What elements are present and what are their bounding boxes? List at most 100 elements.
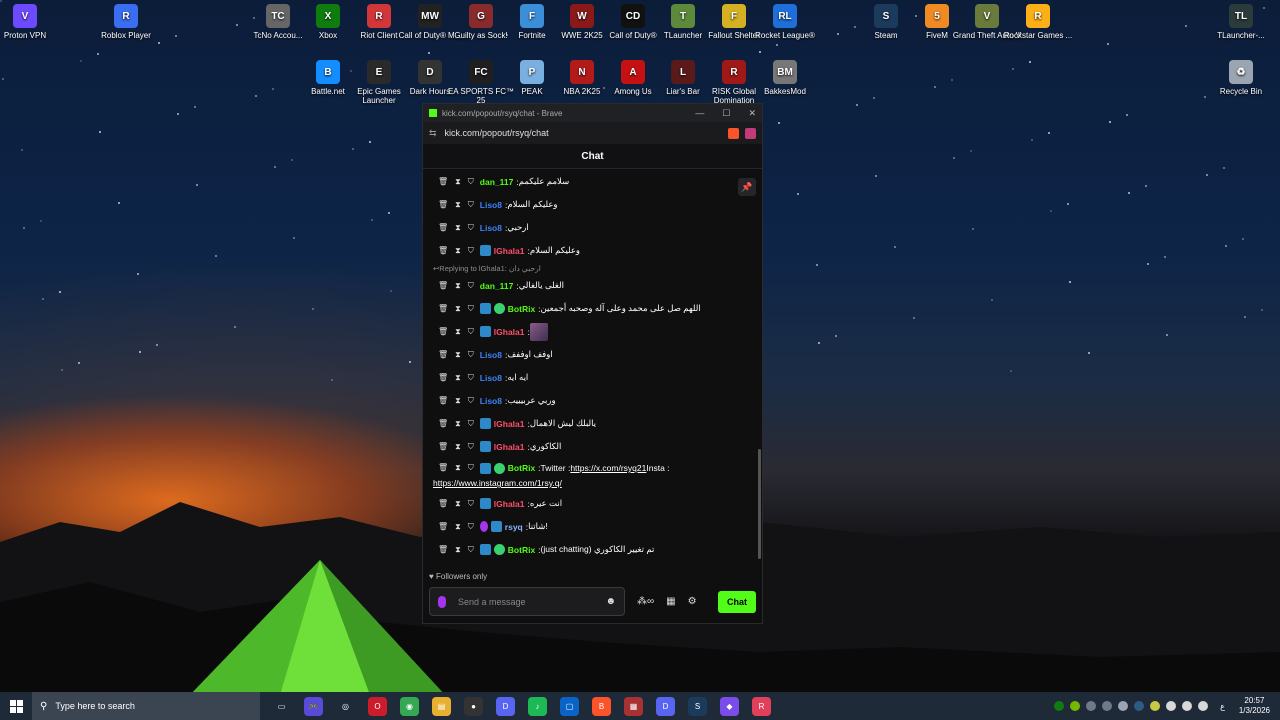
timeout-icon[interactable]: ⧗: [455, 396, 461, 406]
chat-message[interactable]: 🗑 ⧗ ⛉ rsyq: شاتنا!: [433, 515, 744, 538]
chat-username[interactable]: Liso8: [480, 223, 502, 233]
taskbar-app-opera-icon[interactable]: O: [368, 696, 387, 716]
taskbar-clock[interactable]: 20:57 1/3/2026: [1239, 696, 1270, 716]
ban-shield-icon[interactable]: ⛉: [468, 177, 474, 187]
timeout-icon[interactable]: ⧗: [455, 419, 461, 429]
chat-message[interactable]: 🗑 ⧗ ⛉ lGhala1: يالبلك ليش الاهمال: [433, 412, 744, 435]
chat-message[interactable]: 🗑 ⧗ ⛉ Liso8: ارحبي: [433, 216, 744, 239]
kicks-icon[interactable]: ⁂∞: [637, 596, 654, 607]
delete-icon[interactable]: 🗑: [438, 499, 448, 509]
timeout-icon[interactable]: ⧗: [455, 246, 461, 256]
delete-icon[interactable]: 🗑: [438, 522, 448, 532]
store-icon[interactable]: ▦: [666, 596, 675, 607]
chat-link[interactable]: https://x.com/rsyq21: [570, 463, 646, 473]
desktop-icon[interactable]: V Proton VPN: [0, 4, 60, 40]
chat-username[interactable]: dan_117: [480, 281, 514, 291]
chat-username[interactable]: BotRix: [508, 463, 535, 473]
chat-message[interactable]: 🗑 ⧗ ⛉ Liso8: وربي عربيييب: [433, 389, 744, 412]
delete-icon[interactable]: 🗑: [438, 350, 448, 360]
tray-app-icon[interactable]: [1086, 701, 1097, 711]
timeout-icon[interactable]: ⧗: [455, 442, 461, 452]
delete-icon[interactable]: 🗑: [438, 200, 448, 210]
delete-icon[interactable]: 🗑: [438, 246, 448, 256]
chat-username[interactable]: rsyq: [505, 522, 523, 532]
delete-icon[interactable]: 🗑: [438, 396, 448, 406]
chat-username[interactable]: Liso8: [480, 350, 502, 360]
mic-icon[interactable]: [438, 595, 446, 608]
url-text[interactable]: kick.com/popout/rsyq/chat: [445, 128, 549, 138]
taskbar-app-obs-icon[interactable]: ●: [464, 696, 483, 716]
window-titlebar[interactable]: kick.com/popout/rsyq/chat - Brave — ☐ ✕: [423, 104, 762, 122]
delete-icon[interactable]: 🗑: [438, 463, 448, 473]
taskbar-app-brave-icon[interactable]: B: [592, 696, 611, 716]
chat-message[interactable]: 🗑 ⧗ ⛉ lGhala1:: [433, 320, 744, 343]
ban-shield-icon[interactable]: ⛉: [468, 522, 474, 532]
desktop-icon[interactable]: RL Rocket League®: [750, 4, 820, 40]
taskbar-app-file-explorer-icon[interactable]: ▤: [432, 696, 451, 716]
taskbar-app-steam-icon[interactable]: ◎: [336, 696, 355, 716]
tray-mic-icon[interactable]: [1118, 701, 1129, 711]
brave-rewards-icon[interactable]: [745, 127, 756, 139]
ban-shield-icon[interactable]: ⛉: [468, 281, 474, 291]
chat-username[interactable]: lGhala1: [494, 246, 525, 256]
chat-input[interactable]: Send a message ☻: [429, 587, 625, 616]
timeout-icon[interactable]: ⧗: [455, 373, 461, 383]
ban-shield-icon[interactable]: ⛉: [468, 223, 474, 233]
desktop-icon[interactable]: R Rockstar Games ...: [1003, 4, 1073, 40]
delete-icon[interactable]: 🗑: [438, 419, 448, 429]
chat-username[interactable]: BotRix: [508, 545, 535, 555]
settings-gear-icon[interactable]: ⚙: [688, 596, 697, 607]
taskbar-app-app-tiles-icon[interactable]: ▦: [624, 696, 643, 716]
taskbar-search[interactable]: ⚲ Type here to search: [32, 692, 260, 720]
chat-message[interactable]: 🗑 ⧗ ⛉ lGhala1: الكاكوري: [433, 435, 744, 458]
timeout-icon[interactable]: ⧗: [455, 327, 461, 337]
chat-message[interactable]: 🗑 ⧗ ⛉ lGhala1: وعليكم السلام: [433, 239, 744, 262]
desktop-icon[interactable]: R Roblox Player: [91, 4, 161, 40]
timeout-icon[interactable]: ⧗: [455, 350, 461, 360]
chat-message[interactable]: 🗑 ⧗ ⛉ dan_117: سلامم عليكمم: [433, 170, 744, 193]
timeout-icon[interactable]: ⧗: [455, 499, 461, 509]
chat-message[interactable]: 🗑 ⧗ ⛉ lGhala1: انت عيره: [433, 492, 744, 515]
ban-shield-icon[interactable]: ⛉: [468, 373, 474, 383]
tray-xbox-icon[interactable]: [1054, 701, 1065, 711]
chat-username[interactable]: Liso8: [480, 396, 502, 406]
chat-message[interactable]: 🗑 ⧗ ⛉ BotRix: (just chatting) تم تغيير الكا…: [433, 538, 744, 561]
ban-shield-icon[interactable]: ⛉: [468, 499, 474, 509]
taskbar-app-app-blue-icon[interactable]: ▢: [560, 696, 579, 716]
timeout-icon[interactable]: ⧗: [455, 200, 461, 210]
delete-icon[interactable]: 🗑: [438, 304, 448, 314]
timeout-icon[interactable]: ⧗: [455, 223, 461, 233]
pin-icon[interactable]: 📌: [738, 178, 756, 196]
tray-steam-icon[interactable]: [1134, 701, 1145, 711]
tray-nvidia-icon[interactable]: [1070, 701, 1081, 711]
timeout-icon[interactable]: ⧗: [455, 545, 461, 555]
input-language[interactable]: ع: [1220, 702, 1225, 711]
ban-shield-icon[interactable]: ⛉: [468, 327, 474, 337]
ban-shield-icon[interactable]: ⛉: [468, 463, 474, 473]
chat-message[interactable]: 🗑 ⧗ ⛉ BotRix: اللهم صل على محمد وعلى آله وص…: [433, 297, 744, 320]
taskbar-app-discord-ptb-icon[interactable]: D: [496, 696, 515, 716]
start-button[interactable]: [0, 692, 32, 720]
send-chat-button[interactable]: Chat: [718, 590, 756, 613]
chat-username[interactable]: lGhala1: [494, 499, 525, 509]
taskbar-app-app-red-icon[interactable]: R: [752, 696, 771, 716]
delete-icon[interactable]: 🗑: [438, 177, 448, 187]
taskbar-app-task-view-icon[interactable]: ▭: [272, 696, 291, 716]
delete-icon[interactable]: 🗑: [438, 281, 448, 291]
ban-shield-icon[interactable]: ⛉: [468, 396, 474, 406]
chat-username[interactable]: Liso8: [480, 200, 502, 210]
desktop-icon[interactable]: BM BakkesMod: [750, 60, 820, 96]
taskbar-app-steam-2-icon[interactable]: S: [688, 696, 707, 716]
close-icon[interactable]: ✕: [748, 108, 756, 119]
delete-icon[interactable]: 🗑: [438, 545, 448, 555]
timeout-icon[interactable]: ⧗: [455, 522, 461, 532]
address-bar[interactable]: ⇆ kick.com/popout/rsyq/chat: [423, 122, 762, 144]
ban-shield-icon[interactable]: ⛉: [468, 304, 474, 314]
timeout-icon[interactable]: ⧗: [455, 463, 461, 473]
delete-icon[interactable]: 🗑: [438, 442, 448, 452]
ban-shield-icon[interactable]: ⛉: [468, 246, 474, 256]
tray-brightness-icon[interactable]: [1166, 701, 1177, 711]
ban-shield-icon[interactable]: ⛉: [468, 419, 474, 429]
timeout-icon[interactable]: ⧗: [455, 281, 461, 291]
browser-window[interactable]: kick.com/popout/rsyq/chat - Brave — ☐ ✕ …: [422, 103, 763, 624]
